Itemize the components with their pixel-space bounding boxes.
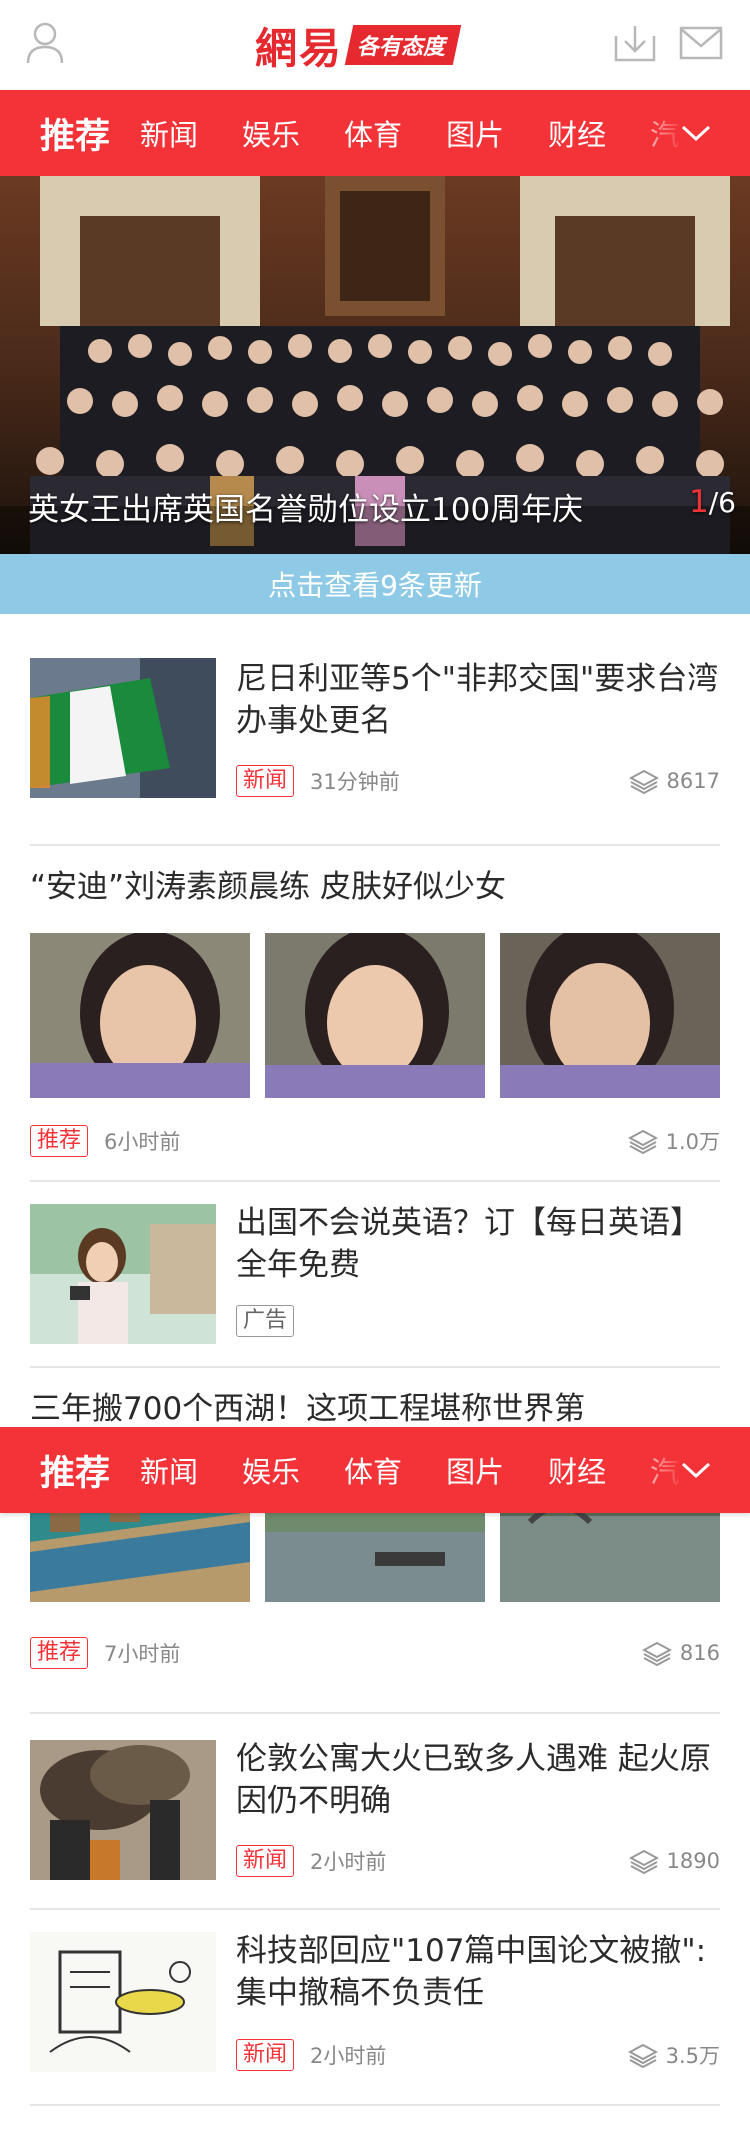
tab-news[interactable]: 新闻 <box>140 112 198 154</box>
list-item[interactable]: 三年搬700个西湖！这项工程堪称世界第 推荐 7小时前 816 <box>30 1368 720 1714</box>
item-title: 三年搬700个西湖！这项工程堪称世界第 <box>30 1391 586 1427</box>
item-thumbnail <box>30 1740 216 1880</box>
user-icon[interactable] <box>18 16 72 70</box>
tab-sports[interactable]: 体育 <box>344 112 402 154</box>
item-thumbnail <box>30 658 216 798</box>
item-thumbnail <box>30 1932 216 2072</box>
tab-news[interactable]: 新闻 <box>140 1449 198 1491</box>
item-title: 科技部回应"107篇中国论文被撤":集中撤稿不负责任 <box>236 1933 707 2011</box>
comment-count-value: 1890 <box>666 1849 720 1873</box>
netease-logo[interactable]: 網易 各有态度 <box>255 18 495 73</box>
list-item-ad[interactable]: 出国不会说英语？订【每日英语】全年免费 广告 <box>30 1182 720 1368</box>
channel-bar: 推荐 新闻 娱乐 体育 图片 财经 汽 <box>0 90 750 176</box>
item-title: “安迪”刘涛素颜晨练 皮肤好似少女 <box>30 869 506 905</box>
item-tag: 新闻 <box>236 2039 295 2071</box>
logo-text: 網易 <box>255 23 344 73</box>
comment-count: 816 <box>641 1636 720 1670</box>
stack-icon <box>627 1129 658 1154</box>
list-item[interactable]: 尼日利亚等5个"非邦交国"要求台湾办事处更名 新闻 31分钟前 8617 <box>30 658 720 846</box>
stack-icon <box>628 769 659 794</box>
comment-count-value: 3.5万 <box>665 2044 720 2068</box>
item-title: 出国不会说英语？订【每日英语】全年免费 <box>236 1205 701 1283</box>
item-tag: 推荐 <box>30 1125 89 1157</box>
item-time: 2小时前 <box>310 2044 387 2068</box>
item-thumbnail <box>30 1204 216 1344</box>
tab-finance[interactable]: 财经 <box>548 1449 606 1491</box>
item-title: 伦敦公寓大火已致多人遇难 起火原因仍不明确 <box>236 1741 711 1819</box>
item-thumbnail <box>500 933 720 1098</box>
top-header: 網易 各有态度 <box>0 0 750 90</box>
item-meta: 新闻 2小时前 1890 <box>236 1844 720 1878</box>
comment-count-value: 1.0万 <box>665 1130 720 1154</box>
item-meta: 新闻 31分钟前 8617 <box>236 764 720 798</box>
tab-finance[interactable]: 财经 <box>548 112 606 154</box>
stack-icon <box>627 2043 658 2068</box>
news-feed: 尼日利亚等5个"非邦交国"要求台湾办事处更名 新闻 31分钟前 8617 “安迪… <box>0 614 750 2153</box>
item-time: 7小时前 <box>104 1642 181 1666</box>
hero-carousel[interactable]: 英女王出席英国名誉勋位设立100周年庆 1/6 <box>0 176 750 554</box>
hero-page-current: 1 <box>689 484 709 520</box>
tab-recommend[interactable]: 推荐 <box>40 108 110 159</box>
item-time: 2小时前 <box>310 1850 387 1874</box>
mail-icon[interactable] <box>674 16 728 70</box>
item-title: 尼日利亚等5个"非邦交国"要求台湾办事处更名 <box>236 661 719 739</box>
item-meta: 新闻 2小时前 3.5万 <box>236 2038 720 2072</box>
item-time: 6小时前 <box>104 1130 181 1154</box>
hero-page-total: /6 <box>708 486 736 519</box>
item-tag: 推荐 <box>30 1637 89 1669</box>
item-meta: 广告 <box>236 1304 720 1338</box>
update-notice-bar[interactable]: 点击查看9条更新 <box>0 554 750 614</box>
chevron-down-icon[interactable] <box>676 1450 716 1490</box>
comment-count: 8617 <box>628 764 720 798</box>
chevron-down-icon[interactable] <box>676 113 716 153</box>
tab-entertainment[interactable]: 娱乐 <box>242 1449 300 1491</box>
comment-count-value: 8617 <box>666 769 720 793</box>
app-root: 網易 各有态度 推荐 新闻 娱乐 体育 图片 财经 汽 <box>0 0 750 2153</box>
item-tag: 新闻 <box>236 1845 295 1877</box>
comment-count: 3.5万 <box>627 2038 720 2072</box>
item-image-row <box>30 933 720 1098</box>
download-icon[interactable] <box>608 16 662 70</box>
list-item[interactable]: 科技部回应"107篇中国论文被撤":集中撤稿不负责任 新闻 2小时前 3.5万 <box>30 1910 720 2106</box>
item-meta: 推荐 7小时前 816 <box>30 1636 720 1670</box>
list-item[interactable]: 伦敦公寓大火已致多人遇难 起火原因仍不明确 新闻 2小时前 1890 <box>30 1714 720 1910</box>
logo-slogan: 各有态度 <box>344 25 462 65</box>
tab-recommend[interactable]: 推荐 <box>40 1445 110 1496</box>
hero-pager: 1/6 <box>689 484 736 520</box>
tab-entertainment[interactable]: 娱乐 <box>242 112 300 154</box>
comment-count: 1890 <box>628 1844 720 1878</box>
comment-count: 1.0万 <box>627 1124 720 1158</box>
item-tag-ad: 广告 <box>236 1305 295 1337</box>
channel-bar-sticky: 推荐 新闻 娱乐 体育 图片 财经 汽 <box>0 1427 750 1513</box>
comment-count-value: 816 <box>679 1641 720 1665</box>
list-item[interactable]: “安迪”刘涛素颜晨练 皮肤好似少女 推荐 6小时前 1.0万 <box>30 846 720 1182</box>
item-thumbnail <box>265 933 485 1098</box>
hero-caption[interactable]: 英女王出席英国名誉勋位设立100周年庆 <box>28 484 583 529</box>
stack-icon <box>628 1849 659 1874</box>
tab-sports[interactable]: 体育 <box>344 1449 402 1491</box>
item-time: 31分钟前 <box>310 770 400 794</box>
item-meta: 推荐 6小时前 1.0万 <box>30 1124 720 1158</box>
tab-pictures[interactable]: 图片 <box>446 112 504 154</box>
stack-icon <box>641 1641 672 1666</box>
tab-pictures[interactable]: 图片 <box>446 1449 504 1491</box>
item-thumbnail <box>30 933 250 1098</box>
item-tag: 新闻 <box>236 765 295 797</box>
